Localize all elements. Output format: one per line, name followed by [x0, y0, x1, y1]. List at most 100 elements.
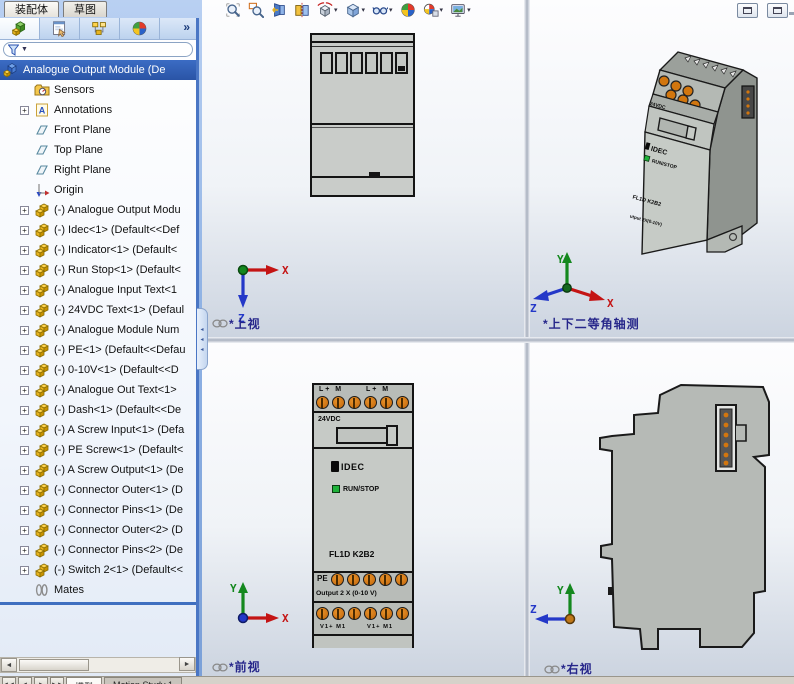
tab-scroll-last-icon[interactable]: ►►: [50, 677, 64, 684]
expand-toggle-icon[interactable]: +: [20, 445, 29, 455]
view-settings-button[interactable]: ▾: [422, 1, 445, 19]
expand-toggle-icon[interactable]: +: [20, 205, 29, 215]
tree-item[interactable]: + (-) Dash<1> (Default<<De: [0, 400, 196, 420]
section-view-button[interactable]: [293, 1, 311, 19]
tree-item[interactable]: + Mates: [0, 580, 196, 600]
tree-item[interactable]: + (-) PE<1> (Default<<Defau: [0, 340, 196, 360]
tree-item[interactable]: + (-) Connector Pins<1> (De: [0, 500, 196, 520]
tree-item[interactable]: + (-) Analogue Module Num: [0, 320, 196, 340]
expand-toggle-icon[interactable]: +: [20, 325, 29, 335]
chevron-down-icon[interactable]: ▾: [389, 6, 393, 14]
tab-scroll-right-icon[interactable]: ►: [34, 677, 48, 684]
tree-item[interactable]: + (-) Analogue Out Text<1>: [0, 380, 196, 400]
window-restore-icon[interactable]: [767, 3, 788, 18]
configuration-manager-tab[interactable]: [80, 18, 120, 39]
chevron-down-icon[interactable]: ▼: [21, 46, 28, 53]
apply-scene-button[interactable]: [399, 1, 417, 19]
scroll-left-button[interactable]: ◄: [1, 658, 17, 672]
scroll-right-button[interactable]: ►: [179, 657, 195, 671]
screw-terminal: [395, 573, 408, 586]
tree-item[interactable]: + Top Plane: [0, 140, 196, 160]
zoom-to-area-button[interactable]: [247, 1, 265, 19]
study-tab[interactable]: Motion Study 1: [104, 677, 183, 684]
tree-item[interactable]: + Sensors: [0, 80, 196, 100]
window-minimize-icon[interactable]: [789, 12, 794, 15]
terminal-label: L+ M: [366, 386, 391, 393]
panel-collapse-handle[interactable]: ◂ ◂ ◂: [197, 308, 208, 370]
expand-toggle-icon[interactable]: +: [20, 485, 29, 495]
tree-item[interactable]: + (-) A Screw Input<1> (Defa: [0, 420, 196, 440]
hide-show-items-button[interactable]: ▾: [371, 1, 394, 19]
expand-toggle-icon[interactable]: +: [20, 385, 29, 395]
display-slot: [336, 427, 388, 444]
study-tab[interactable]: 模型: [66, 677, 103, 684]
property-manager-tab[interactable]: [40, 18, 80, 39]
expand-toggle-icon[interactable]: +: [20, 305, 29, 315]
component-icon: [34, 282, 50, 298]
isometric-view-model[interactable]: 24VDC IDEC RUN/STOP FL1D K2B2 Output 2X(…: [630, 48, 790, 263]
tree-item[interactable]: + Analogue Output Module (De: [0, 60, 196, 80]
tree-item[interactable]: + Front Plane: [0, 120, 196, 140]
viewport-front[interactable]: L+ M L+ M 24VDC IDEC RUN/STOP FL1D K2B2 …: [202, 343, 524, 676]
tab-sketch[interactable]: 草图: [63, 1, 107, 17]
tree-item[interactable]: + (-) 24VDC Text<1> (Defaul: [0, 300, 196, 320]
tree-item[interactable]: + (-) Connector Outer<2> (D: [0, 520, 196, 540]
expand-toggle-icon[interactable]: +: [20, 265, 29, 275]
expand-toggle-icon[interactable]: +: [20, 285, 29, 295]
previous-view-button[interactable]: [270, 1, 288, 19]
chevron-down-icon[interactable]: ▾: [467, 6, 471, 14]
expand-toggle-icon[interactable]: +: [20, 245, 29, 255]
tab-scroll-left-icon[interactable]: ◄: [18, 677, 32, 684]
tree-item[interactable]: + (-) PE Screw<1> (Default<: [0, 440, 196, 460]
tree-item[interactable]: + Right Plane: [0, 160, 196, 180]
filter-input[interactable]: ▼: [3, 42, 193, 57]
viewport-top[interactable]: X Z *上视: [202, 0, 524, 337]
expand-toggle-icon[interactable]: +: [20, 525, 29, 535]
tree-item[interactable]: + (-) Analogue Input Text<1: [0, 280, 196, 300]
tree-item[interactable]: + (-) Connector Outer<1> (D: [0, 480, 196, 500]
tree-item[interactable]: + (-) Idec<1> (Default<<Def: [0, 220, 196, 240]
expand-toggle-icon[interactable]: +: [20, 405, 29, 415]
tree-item[interactable]: + Origin: [0, 180, 196, 200]
zoom-to-fit-button[interactable]: [224, 1, 242, 19]
scrollbar-thumb[interactable]: [19, 659, 89, 671]
chevron-overflow-icon[interactable]: »: [183, 18, 196, 39]
expand-toggle-icon[interactable]: +: [20, 505, 29, 515]
panel-horizontal-scrollbar[interactable]: ◄ ►: [0, 657, 196, 673]
front-view-model[interactable]: L+ M L+ M 24VDC IDEC RUN/STOP FL1D K2B2 …: [312, 383, 414, 648]
tab-scroll-first-icon[interactable]: ◄◄: [2, 677, 16, 684]
tree-item[interactable]: + (-) 0-10V<1> (Default<<D: [0, 360, 196, 380]
right-view-model[interactable]: [590, 373, 790, 663]
filter-funnel-icon[interactable]: [8, 44, 19, 56]
expand-toggle-icon[interactable]: +: [20, 545, 29, 555]
viewport-right[interactable]: Y Z *右视: [530, 343, 794, 676]
chevron-down-icon[interactable]: ▾: [362, 6, 366, 14]
viewport-isometric[interactable]: 24VDC IDEC RUN/STOP FL1D K2B2 Output 2X(…: [530, 0, 794, 337]
tree-item[interactable]: + (-) Run Stop<1> (Default<: [0, 260, 196, 280]
display-style-button[interactable]: ▾: [344, 1, 367, 19]
tree-item[interactable]: + (-) A Screw Output<1> (De: [0, 460, 196, 480]
featuremanager-design-tree-tab[interactable]: [0, 18, 40, 39]
window-restore-icon[interactable]: [737, 3, 758, 18]
viewport-splitter-horizontal[interactable]: [202, 337, 794, 343]
tree-item[interactable]: + (-) Analogue Output Modu: [0, 200, 196, 220]
expand-toggle-icon[interactable]: +: [20, 365, 29, 375]
view-orientation-button[interactable]: ▾: [316, 1, 339, 19]
expand-toggle-icon[interactable]: +: [20, 465, 29, 475]
expand-toggle-icon[interactable]: +: [20, 105, 29, 115]
expand-toggle-icon[interactable]: +: [20, 425, 29, 435]
display-manager-tab[interactable]: [120, 18, 160, 39]
expand-toggle-icon[interactable]: +: [20, 565, 29, 575]
tree-item[interactable]: + (-) Indicator<1> (Default<: [0, 240, 196, 260]
tree-item[interactable]: + A Annotations: [0, 100, 196, 120]
tree-item[interactable]: + (-) Connector Pins<2> (De: [0, 540, 196, 560]
edit-appearance-button[interactable]: ▾: [449, 1, 472, 19]
top-view-model[interactable]: [310, 33, 415, 197]
chevron-down-icon[interactable]: ▾: [334, 6, 338, 14]
expand-toggle-icon[interactable]: +: [20, 225, 29, 235]
chevron-down-icon[interactable]: ▾: [440, 6, 444, 14]
tab-assembly[interactable]: 装配体: [4, 1, 59, 17]
tree-item[interactable]: + (-) Switch 2<1> (Default<<: [0, 560, 196, 580]
axis-y-label: Y: [557, 253, 564, 266]
expand-toggle-icon[interactable]: +: [20, 345, 29, 355]
